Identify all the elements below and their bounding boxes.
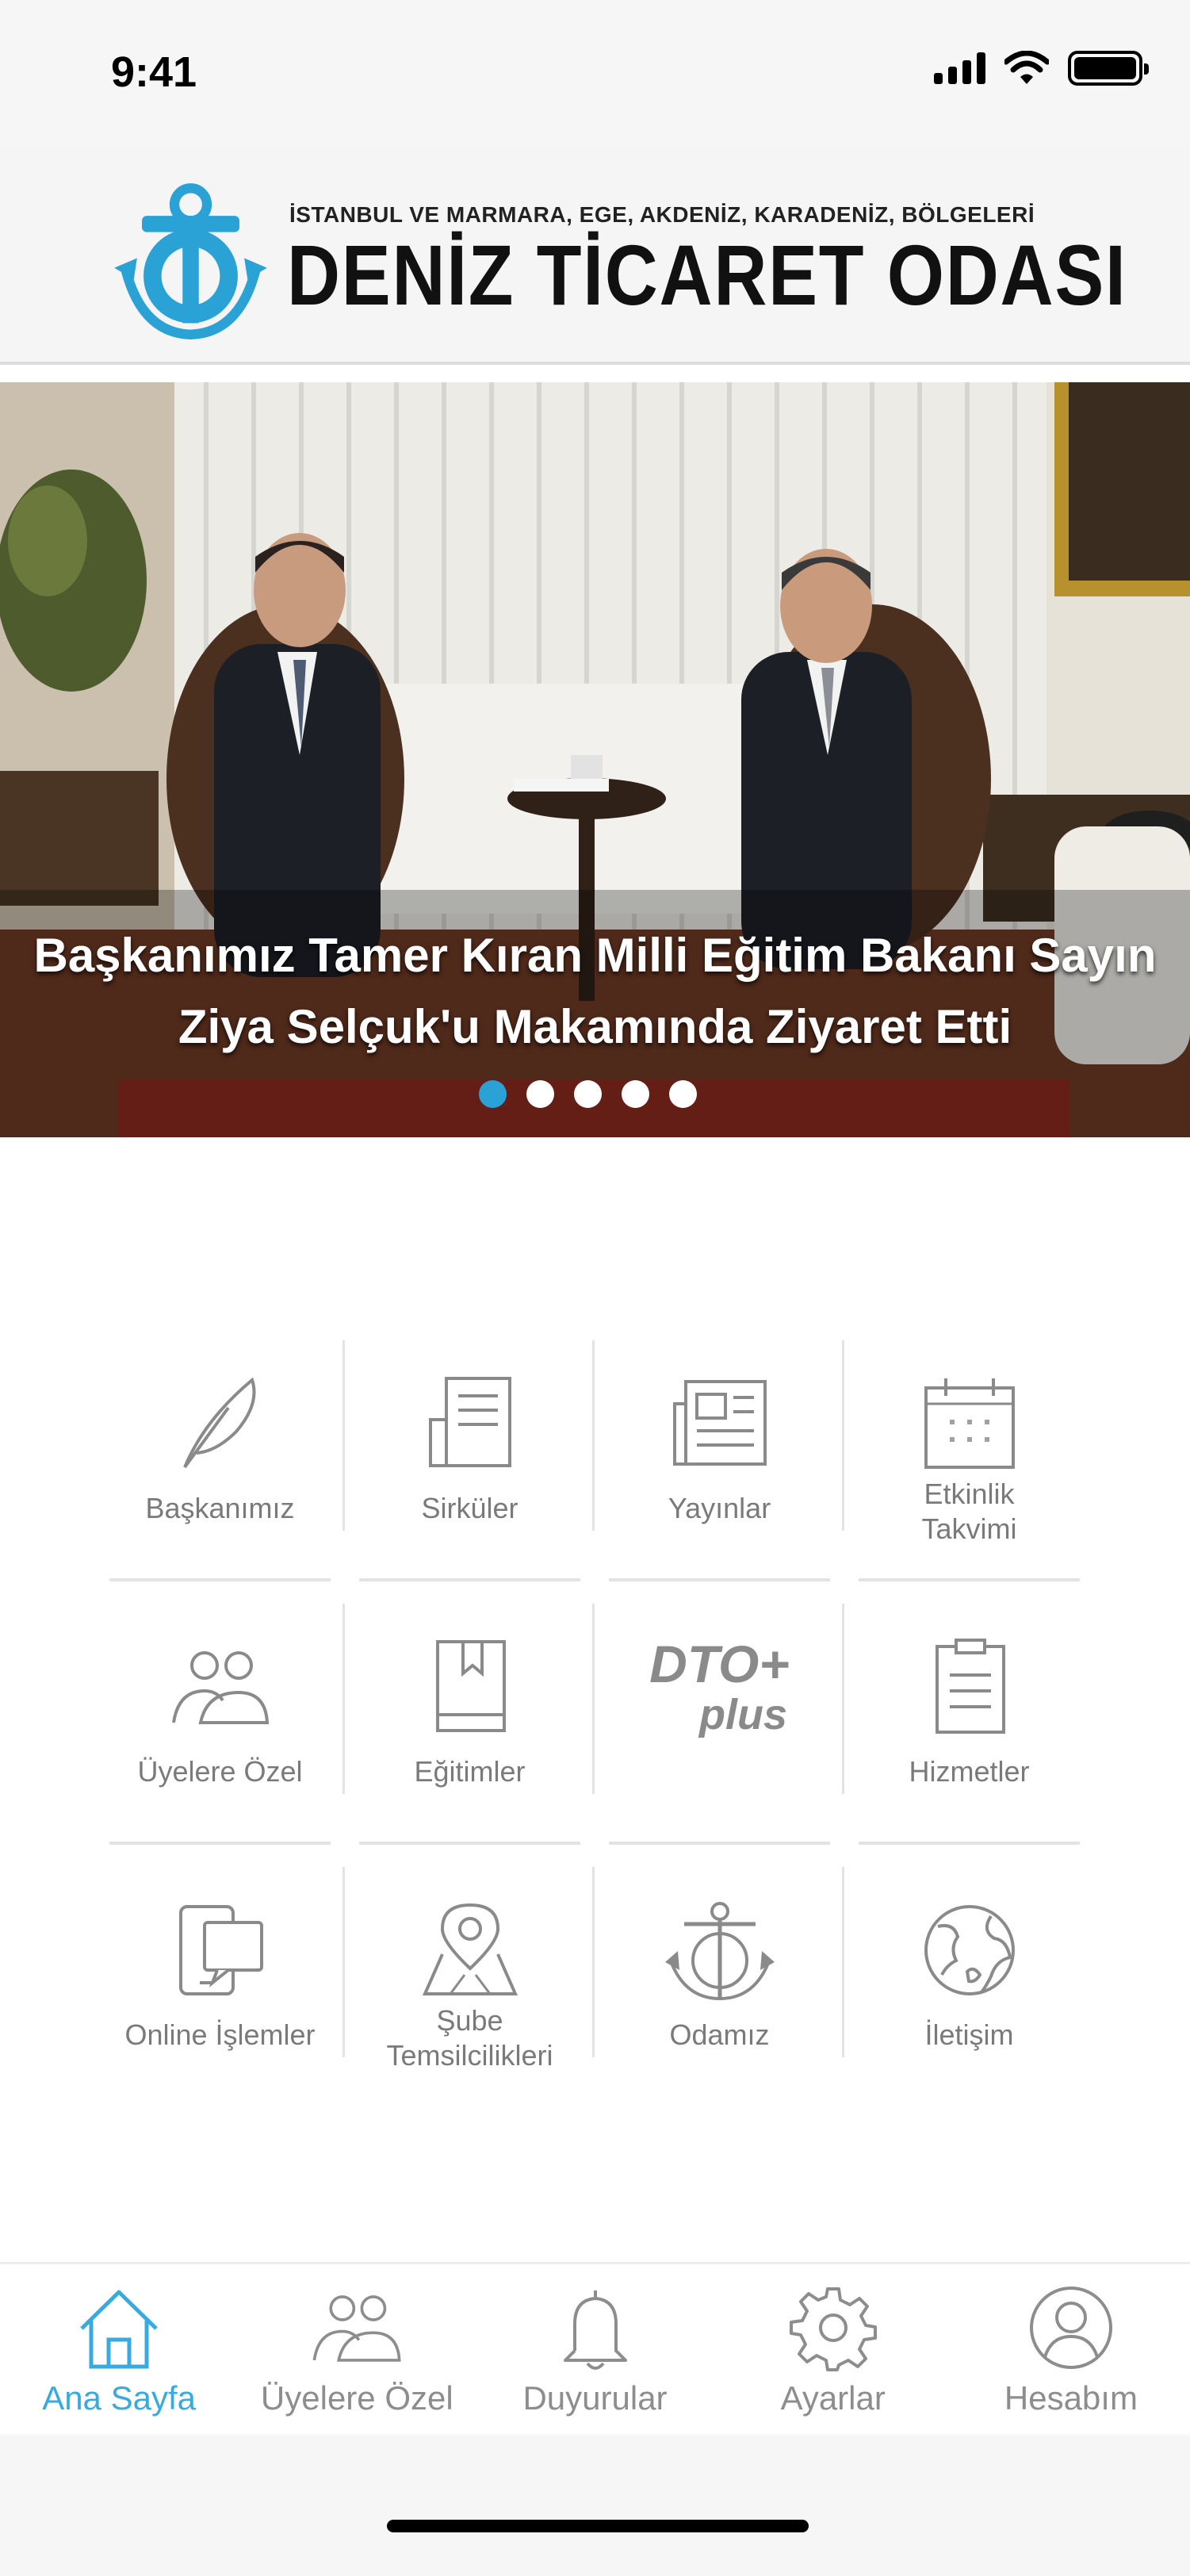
dto-plus-text: DTO+ bbox=[649, 1635, 790, 1693]
menu-row-2: Üyelere Özel Eğitimler DTO+ plus Hizmetl… bbox=[95, 1596, 1094, 1859]
wifi-icon bbox=[1004, 51, 1049, 84]
battery-icon bbox=[1068, 51, 1149, 86]
anchor-logo-icon bbox=[114, 183, 267, 339]
clipboard-icon bbox=[935, 1639, 1005, 1734]
book-icon bbox=[435, 1640, 506, 1732]
bell-icon bbox=[563, 2290, 627, 2370]
status-bar: 9:41 bbox=[0, 0, 1190, 147]
app-header: İSTANBUL VE MARMARA, EGE, AKDENİZ, KARAD… bbox=[0, 147, 1190, 365]
tab-ayarlar[interactable]: Ayarlar bbox=[714, 2264, 952, 2435]
tab-label: Ana Sayfa bbox=[42, 2379, 196, 2417]
carousel-dot-3[interactable] bbox=[574, 1080, 602, 1108]
tab-label: Hesabım bbox=[1004, 2379, 1138, 2417]
menu-tile-uyelere-ozel[interactable]: Üyelere Özel bbox=[95, 1596, 345, 1859]
status-time: 9:41 bbox=[111, 48, 197, 96]
menu-tile-label: İletişim bbox=[924, 2018, 1014, 2051]
document-icon bbox=[428, 1377, 511, 1467]
header-subtitle: İSTANBUL VE MARMARA, EGE, AKDENİZ, KARAD… bbox=[289, 202, 1035, 227]
menu-row-3: Online İşlemler Şube Temsilcilikleri Oda… bbox=[95, 1859, 1094, 2122]
globe-icon bbox=[924, 1905, 1015, 1995]
banner-caption-line-2: Ziya Selçuk'u Makamında Ziyaret Etti bbox=[178, 1000, 1012, 1053]
tab-uyelere-ozel[interactable]: Üyelere Özel bbox=[238, 2264, 476, 2435]
menu-tile-label: Hizmetler bbox=[909, 1755, 1030, 1788]
tab-label: Üyelere Özel bbox=[260, 2379, 453, 2417]
menu-tile-label: Sirküler bbox=[421, 1492, 518, 1524]
home-indicator[interactable] bbox=[387, 2520, 809, 2532]
newspaper-icon bbox=[672, 1380, 767, 1466]
menu-grid: Başkanımız Sirküler Yayınlar Etkinlik Ta… bbox=[95, 1332, 1094, 2122]
users-icon bbox=[312, 2295, 401, 2362]
menu-tile-label: Odamız bbox=[669, 2018, 770, 2051]
carousel-dot-4[interactable] bbox=[622, 1080, 649, 1108]
menu-tile-sube-temsilcilikleri[interactable]: Şube Temsilcilikleri bbox=[345, 1859, 595, 2122]
carousel-dot-2[interactable] bbox=[526, 1080, 554, 1108]
menu-tile-label: Yayınlar bbox=[668, 1492, 771, 1524]
menu-tile-label: Şube Temsilcilikleri bbox=[386, 2004, 553, 2072]
menu-tile-etkinlik-takvimi[interactable]: Etkinlik Takvimi bbox=[844, 1332, 1094, 1596]
banner-caption-line-1: Başkanımız Tamer Kıran Milli Eğitim Baka… bbox=[33, 929, 1157, 982]
status-icons bbox=[934, 51, 1149, 86]
menu-row-1: Başkanımız Sirküler Yayınlar Etkinlik Ta… bbox=[95, 1332, 1094, 1596]
menu-tile-odamiz[interactable]: Odamız bbox=[595, 1859, 844, 2122]
calendar-icon bbox=[924, 1378, 1015, 1469]
menu-tile-dto-plus[interactable]: DTO+ plus bbox=[595, 1596, 844, 1859]
dto-plus-subtext: plus bbox=[698, 1691, 787, 1738]
home-icon bbox=[80, 2290, 158, 2369]
menu-tile-yayinlar[interactable]: Yayınlar bbox=[595, 1332, 844, 1596]
tab-label: Ayarlar bbox=[780, 2379, 886, 2417]
tab-duyurular[interactable]: Duyurular bbox=[476, 2264, 714, 2435]
header-title: DENİZ TİCARET ODASI bbox=[287, 227, 1127, 323]
menu-tile-label: Online İşlemler bbox=[124, 2018, 316, 2051]
gear-icon bbox=[789, 2287, 877, 2371]
menu-tile-online-islemler[interactable]: Online İşlemler bbox=[95, 1859, 345, 2122]
tab-hesabim[interactable]: Hesabım bbox=[952, 2264, 1190, 2435]
carousel-dot-1[interactable] bbox=[479, 1080, 507, 1108]
menu-tile-iletisim[interactable]: İletişim bbox=[844, 1859, 1094, 2122]
bottom-tab-bar: Ana Sayfa Üyelere Özel Duyurular Ayarlar… bbox=[0, 2262, 1190, 2435]
menu-tile-label: Başkanımız bbox=[145, 1492, 295, 1524]
menu-tile-label: Üyelere Özel bbox=[137, 1755, 303, 1788]
users-icon bbox=[171, 1651, 269, 1724]
carousel-pagination bbox=[479, 1080, 697, 1108]
dto-plus-icon: DTO+ plus bbox=[595, 1635, 844, 1738]
menu-tile-label: Etkinlik Takvimi bbox=[921, 1478, 1017, 1545]
map-pin-icon bbox=[422, 1903, 518, 1995]
menu-tile-label: Eğitimler bbox=[414, 1755, 526, 1788]
home-indicator-area bbox=[0, 2435, 1190, 2576]
account-icon bbox=[1029, 2287, 1112, 2369]
tab-ana-sayfa[interactable]: Ana Sayfa bbox=[0, 2264, 238, 2435]
tab-label: Duyurular bbox=[522, 2379, 668, 2417]
menu-tile-sirkuler[interactable]: Sirküler bbox=[345, 1332, 595, 1596]
carousel-dot-5[interactable] bbox=[669, 1080, 697, 1108]
anchor-icon bbox=[664, 1902, 775, 2001]
menu-tile-hizmetler[interactable]: Hizmetler bbox=[844, 1596, 1094, 1859]
cellular-signal-icon bbox=[934, 52, 985, 84]
banner-caption: Başkanımız Tamer Kıran Milli Eğitim Baka… bbox=[0, 920, 1190, 1063]
quill-icon bbox=[182, 1377, 255, 1469]
devices-icon bbox=[178, 1905, 263, 1995]
menu-tile-egitimler[interactable]: Eğitimler bbox=[345, 1596, 595, 1859]
menu-tile-baskanimiz[interactable]: Başkanımız bbox=[95, 1332, 345, 1596]
